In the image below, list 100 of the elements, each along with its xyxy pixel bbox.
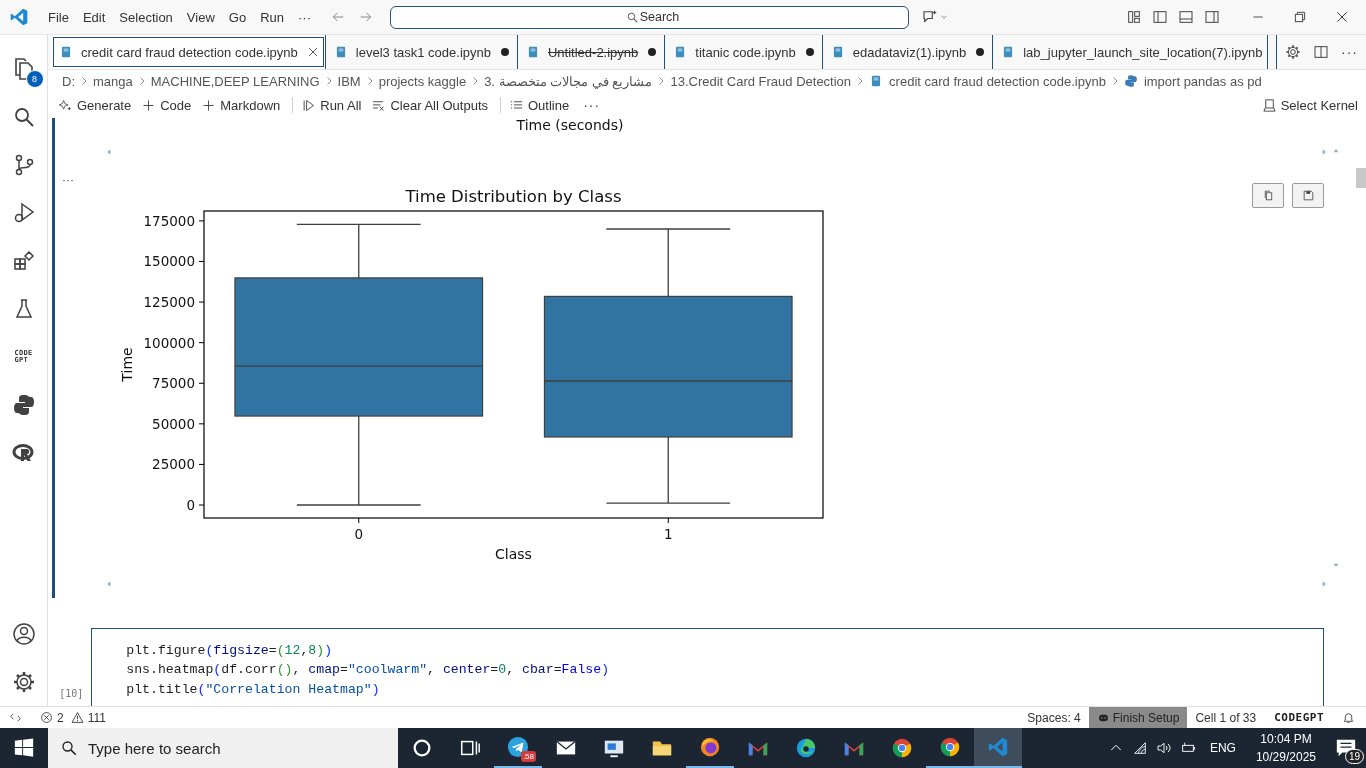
vscode-logo-icon — [9, 7, 29, 27]
warning-icon — [70, 711, 84, 724]
toolbar-button[interactable]: Code — [139, 94, 200, 116]
code-line: plt.figure(figsize=(12,8)) — [126, 642, 334, 660]
breadcrumb-item[interactable]: manga — [93, 73, 133, 89]
breadcrumb-item[interactable]: MACHINE,DEEP LEARNING — [150, 73, 320, 89]
tick-label: 0 — [354, 526, 364, 542]
layout-icon[interactable] — [1126, 9, 1142, 25]
breadcrumb-item[interactable]: IBM — [337, 73, 361, 89]
menu-item[interactable]: File — [41, 9, 76, 25]
chart-title: Time Distribution by Class — [405, 187, 622, 206]
unsaved-dot — [648, 48, 657, 56]
search-icon — [626, 10, 639, 24]
unsaved-dot — [805, 48, 814, 56]
status-item[interactable]: Cell 1 of 33 — [1187, 707, 1265, 728]
toolbar-button[interactable]: Clear All Outputs — [369, 94, 496, 116]
more-button[interactable]: ··· — [1341, 44, 1358, 60]
panel-toggle-icon[interactable] — [1178, 9, 1194, 25]
editor-tab[interactable]: level3 task1 code.ipynb — [325, 35, 518, 69]
problem-count: 2 — [57, 710, 64, 725]
code-line: sns.heatmap(df.corr(), cmap="coolwarm", center=0, cbar=False) — [126, 661, 611, 680]
breadcrumb-item[interactable]: D: — [62, 73, 75, 89]
settings-icon[interactable] — [1285, 44, 1301, 60]
network-icon[interactable] — [1131, 740, 1148, 756]
scrollbar-thumb[interactable] — [1356, 168, 1366, 188]
axis-label: Time (seconds) — [516, 118, 624, 132]
cortana-icon — [411, 737, 433, 759]
badge: 8 — [25, 70, 44, 88]
python-icon[interactable] — [11, 393, 36, 417]
menu-item[interactable]: ··· — [291, 9, 318, 25]
editor-tab[interactable]: credit card fraud detection code.ipynb — [51, 35, 326, 69]
notebook-icon — [59, 45, 73, 59]
status-item[interactable]: Spaces: 4 — [1019, 707, 1089, 728]
breadcrumb-item[interactable]: 13.Credit Card Fraud Detection — [670, 73, 852, 89]
tick-label: 150000 — [143, 253, 195, 270]
split-editor-icon[interactable] — [1313, 44, 1329, 60]
tick-label: 50000 — [152, 415, 195, 432]
x-axis-label: Class — [495, 546, 532, 562]
status-item[interactable]: Finish Setup — [1088, 707, 1188, 728]
restore-icon[interactable] — [1292, 9, 1308, 25]
badge: 19 — [1344, 749, 1364, 764]
execution-count: [10] — [58, 687, 85, 701]
code-editor[interactable]: plt.figure(figsize=(12,8)) sns.heatmap(df.corr(), cmap="coolwarm", center=0, cbar=False) plt.title("Correlation Heatmap") — [91, 628, 1324, 706]
tick-label: 125000 — [143, 294, 195, 311]
remote-icon — [9, 711, 22, 724]
error-icon — [40, 711, 53, 724]
tick-label: 25000 — [152, 456, 195, 473]
settings-icon[interactable] — [11, 670, 36, 694]
menu-item[interactable]: Go — [221, 9, 254, 25]
chat-sparkle-icon — [921, 8, 939, 26]
firefox-icon — [699, 736, 721, 758]
editor-tab[interactable]: titanic code.ipynb — [665, 35, 823, 69]
volume-icon[interactable] — [1155, 740, 1172, 756]
secondary-sidebar-icon[interactable] — [1204, 9, 1220, 25]
tick-label: 1 — [663, 526, 673, 542]
clock[interactable]: 10:04 PM 10/29/2025 — [1255, 730, 1316, 766]
run-all-icon — [301, 97, 317, 113]
vscode-icon — [987, 736, 1009, 758]
bell-icon — [1342, 711, 1355, 724]
taskbar-app[interactable]: .58 — [494, 728, 542, 768]
search-icon — [60, 739, 78, 757]
problems-button[interactable]: 2 111 — [40, 710, 112, 725]
chat-button[interactable] — [921, 8, 949, 26]
breadcrumb-item[interactable]: 3. مشاريع في مجالات متخصصة — [484, 73, 653, 89]
more-button[interactable]: ··· — [583, 97, 601, 113]
editor-tab[interactable]: Untitled-2.ipynb — [517, 35, 666, 69]
menu-item[interactable]: View — [179, 9, 222, 25]
codegpt-status[interactable]: CODEGPT — [1264, 711, 1334, 724]
sidebar-toggle-icon[interactable] — [1152, 9, 1168, 25]
save-button[interactable] — [1292, 183, 1324, 208]
badge: .58 — [520, 751, 536, 762]
edge-icon — [795, 737, 817, 759]
taskbar-search-field[interactable]: Type here to search — [48, 728, 398, 768]
language-indicator[interactable]: ENG — [1209, 741, 1236, 755]
kernel-icon — [1261, 97, 1277, 113]
code-line: plt.title("Correlation Heatmap") — [126, 680, 381, 699]
unsaved-dot — [976, 48, 985, 56]
windows-logo-icon — [13, 737, 35, 759]
copilot-icon — [1096, 711, 1110, 724]
menu-item[interactable]: Edit — [75, 9, 113, 25]
menu-item[interactable]: Selection — [112, 9, 180, 25]
close-icon[interactable] — [1334, 9, 1350, 25]
problem-count: 111 — [87, 710, 106, 725]
editor-tab[interactable]: edadataviz(1).ipynb — [822, 35, 994, 69]
account-icon[interactable] — [11, 622, 36, 646]
toolbar-button[interactable]: Outline — [507, 94, 578, 116]
toolbar-button[interactable]: Markdown — [199, 94, 289, 116]
more-button[interactable]: ··· — [62, 176, 102, 190]
chrome-icon — [939, 736, 961, 758]
tick-label: 75000 — [152, 375, 195, 392]
search-field[interactable]: Search — [390, 5, 909, 29]
toolbar-button[interactable]: Run All — [299, 94, 370, 116]
python-icon — [1123, 74, 1138, 88]
menu-item[interactable]: Run — [253, 9, 291, 25]
copy-button[interactable] — [1252, 183, 1284, 208]
toolbar-button[interactable]: Generate — [56, 94, 140, 116]
editor-tab[interactable]: lab_jupyter_launch_site_location(7).ipynb — [993, 35, 1269, 69]
breadcrumb-item[interactable]: projects kaggle — [378, 73, 467, 89]
select-kernel-button[interactable]: Select Kernel — [1259, 94, 1366, 116]
extensions-icon[interactable] — [11, 249, 36, 273]
